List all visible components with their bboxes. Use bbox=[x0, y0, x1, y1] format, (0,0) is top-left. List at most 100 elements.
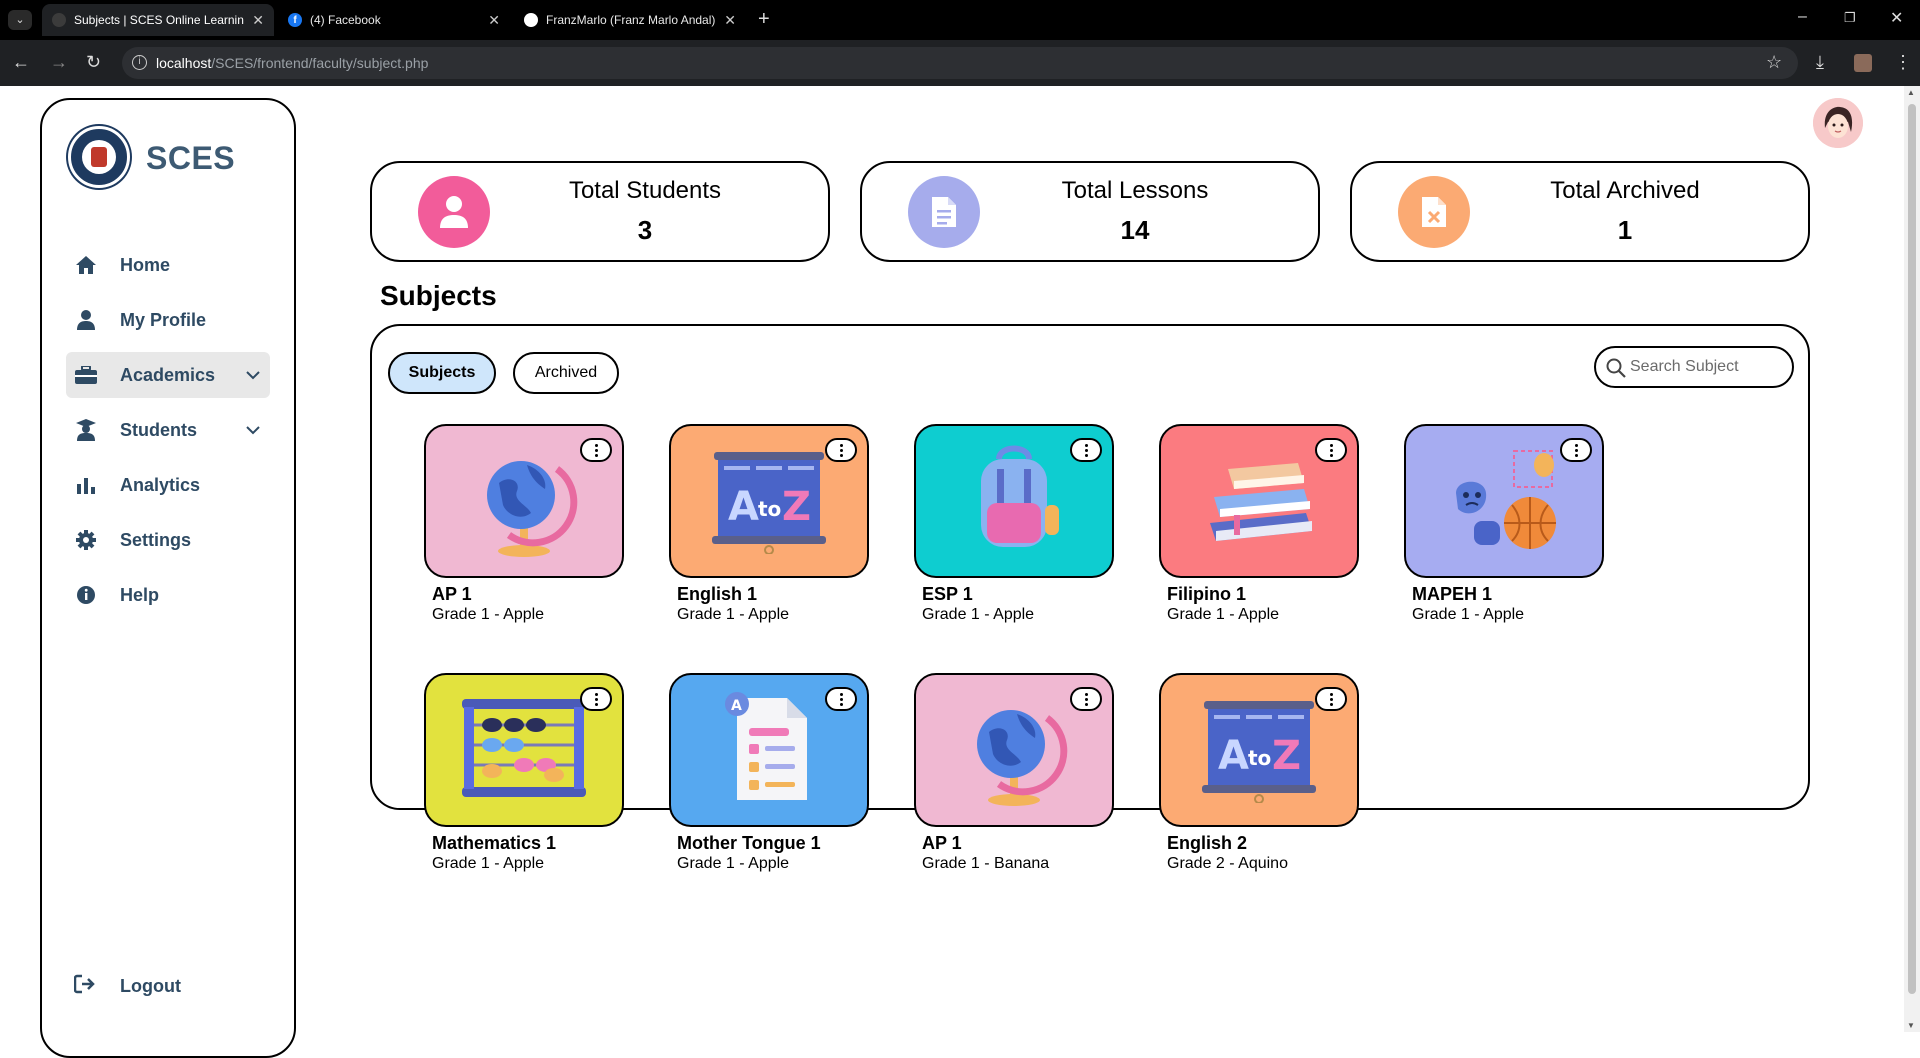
site-info-icon[interactable]: i bbox=[132, 55, 147, 70]
subject-card[interactable]: ESP 1 Grade 1 - Apple bbox=[914, 424, 1114, 624]
browser-tab-github[interactable]: FranzMarlo (Franz Marlo Andal) ✕ bbox=[514, 4, 746, 36]
subject-thumbnail[interactable] bbox=[424, 673, 624, 827]
subject-thumbnail[interactable]: A bbox=[669, 673, 869, 827]
globe-illustration bbox=[469, 439, 579, 564]
subject-detail: Grade 1 - Apple bbox=[922, 606, 1035, 623]
restore-icon[interactable]: ❐ bbox=[1844, 10, 1856, 26]
page: SCES Home My Profile Academics Students … bbox=[0, 86, 1920, 1058]
subject-name: English 2 bbox=[1167, 833, 1248, 853]
arts-illustration bbox=[1434, 439, 1574, 564]
subject-thumbnail[interactable] bbox=[1404, 424, 1604, 578]
bookmark-star-icon[interactable]: ☆ bbox=[1766, 52, 1782, 73]
stat-value: 3 bbox=[637, 215, 653, 245]
site-favicon-icon bbox=[52, 13, 66, 27]
sidebar-item-analytics[interactable]: Analytics bbox=[66, 462, 270, 508]
more-options-icon[interactable] bbox=[825, 687, 857, 711]
subject-detail: Grade 2 - Aquino bbox=[1167, 855, 1288, 872]
tab-search-chevron-icon[interactable]: ⌄ bbox=[8, 10, 32, 30]
sidebar-item-academics[interactable]: Academics bbox=[66, 352, 270, 398]
user-avatar[interactable] bbox=[1813, 98, 1863, 148]
more-options-icon[interactable] bbox=[1315, 687, 1347, 711]
more-options-icon[interactable] bbox=[580, 438, 612, 462]
tab-archived[interactable]: Archived bbox=[513, 352, 619, 394]
url-input[interactable]: i localhost/SCES/frontend/faculty/subjec… bbox=[122, 47, 1798, 79]
download-icon[interactable]: ⤓ bbox=[1816, 52, 1824, 73]
more-options-icon[interactable] bbox=[825, 438, 857, 462]
subject-name: ESP 1 bbox=[922, 584, 973, 604]
close-tab-icon[interactable]: ✕ bbox=[488, 12, 500, 29]
subject-detail: Grade 1 - Apple bbox=[432, 606, 545, 623]
subject-name: English 1 bbox=[677, 584, 758, 604]
subject-name: Mathematics 1 bbox=[432, 833, 557, 853]
page-title: Subjects bbox=[380, 280, 497, 311]
bar-chart-icon bbox=[74, 473, 98, 497]
chevron-down-icon[interactable] bbox=[244, 421, 262, 439]
sidebar-item-my-profile[interactable]: My Profile bbox=[66, 297, 270, 343]
page-scrollbar[interactable]: ▲ ▼ bbox=[1904, 86, 1920, 1032]
window-close-icon[interactable]: ✕ bbox=[1890, 8, 1903, 28]
subject-card[interactable]: A Mother Tongue 1 Grade 1 - Apple bbox=[669, 673, 869, 873]
browser-tab-subjects[interactable]: Subjects | SCES Online Learning ✕ bbox=[42, 4, 274, 36]
logout-button[interactable]: Logout bbox=[74, 974, 181, 998]
subject-card[interactable]: Ato Z English 2 Grade 2 - Aquino bbox=[1159, 673, 1359, 873]
subject-thumbnail[interactable] bbox=[914, 424, 1114, 578]
subject-card[interactable]: Mathematics 1 Grade 1 - Apple bbox=[424, 673, 624, 873]
subject-card[interactable]: Ato Z English 1 Grade 1 - Apple bbox=[669, 424, 869, 624]
back-icon[interactable]: ← bbox=[12, 52, 30, 73]
new-tab-icon[interactable]: + bbox=[758, 8, 770, 31]
close-tab-icon[interactable]: ✕ bbox=[252, 12, 264, 29]
scrollbar-thumb[interactable] bbox=[1908, 104, 1916, 994]
browser-menu-icon[interactable]: ⋮ bbox=[1894, 52, 1912, 73]
sidebar: SCES Home My Profile Academics Students … bbox=[40, 98, 296, 1058]
profile-icon[interactable] bbox=[1854, 54, 1872, 72]
subject-thumbnail[interactable] bbox=[424, 424, 624, 578]
atoz-illustration: Ato Z bbox=[704, 444, 834, 559]
search-input[interactable] bbox=[1630, 356, 1784, 378]
reload-icon[interactable]: ↻ bbox=[86, 52, 101, 73]
scroll-down-icon[interactable]: ▼ bbox=[1907, 1021, 1915, 1030]
paper-illustration: A bbox=[709, 688, 829, 813]
subject-detail: Grade 1 - Banana bbox=[922, 855, 1050, 872]
graduate-icon bbox=[74, 418, 98, 442]
github-icon bbox=[524, 13, 538, 27]
subject-card[interactable]: MAPEH 1 Grade 1 - Apple bbox=[1404, 424, 1604, 624]
forward-icon[interactable]: → bbox=[50, 52, 68, 73]
sidebar-item-home[interactable]: Home bbox=[66, 242, 270, 288]
minimize-icon[interactable]: – bbox=[1798, 8, 1807, 26]
subject-detail: Grade 1 - Apple bbox=[1167, 606, 1280, 623]
tab-subjects[interactable]: Subjects bbox=[388, 352, 496, 394]
subject-detail: Grade 1 - Apple bbox=[677, 855, 790, 872]
more-options-icon[interactable] bbox=[1560, 438, 1592, 462]
svg-text:to: to bbox=[758, 497, 781, 521]
user-icon bbox=[418, 176, 490, 248]
chevron-down-icon[interactable] bbox=[244, 366, 262, 384]
subjects-panel: Subjects Archived AP 1Grade 1 - Apple Ato… bbox=[370, 324, 1810, 872]
sidebar-item-students[interactable]: Students bbox=[66, 407, 270, 453]
subject-thumbnail[interactable] bbox=[1159, 424, 1359, 578]
sidebar-item-settings[interactable]: Settings bbox=[66, 517, 270, 563]
search-icon bbox=[1606, 358, 1626, 378]
sidebar-item-help[interactable]: Help bbox=[66, 572, 270, 618]
close-tab-icon[interactable]: ✕ bbox=[724, 12, 736, 29]
scroll-up-icon[interactable]: ▲ bbox=[1907, 88, 1915, 97]
atoz-illustration: Ato Z bbox=[1194, 693, 1324, 808]
subject-thumbnail[interactable]: Ato Z bbox=[1159, 673, 1359, 827]
globe-illustration bbox=[959, 688, 1069, 813]
school-logo bbox=[68, 126, 130, 188]
subject-card[interactable]: AP 1 Grade 1 - Banana bbox=[914, 673, 1114, 873]
browser-tab-facebook[interactable]: f (4) Facebook ✕ bbox=[278, 4, 510, 36]
search-subject bbox=[1594, 346, 1794, 388]
subject-thumbnail[interactable] bbox=[914, 673, 1114, 827]
subject-card[interactable]: AP 1 Grade 1 - Apple bbox=[424, 424, 624, 624]
more-options-icon[interactable] bbox=[580, 687, 612, 711]
more-options-icon[interactable] bbox=[1315, 438, 1347, 462]
stat-label: Total Students bbox=[568, 177, 722, 204]
briefcase-icon bbox=[74, 363, 98, 387]
stat-card-total-lessons: Total Lessons 14 bbox=[860, 161, 1320, 262]
more-options-icon[interactable] bbox=[1070, 687, 1102, 711]
subject-card[interactable]: Filipino 1 Grade 1 - Apple bbox=[1159, 424, 1359, 624]
user-icon bbox=[74, 308, 98, 332]
subject-name: MAPEH 1 bbox=[1412, 584, 1493, 604]
subject-thumbnail[interactable]: Ato Z bbox=[669, 424, 869, 578]
more-options-icon[interactable] bbox=[1070, 438, 1102, 462]
